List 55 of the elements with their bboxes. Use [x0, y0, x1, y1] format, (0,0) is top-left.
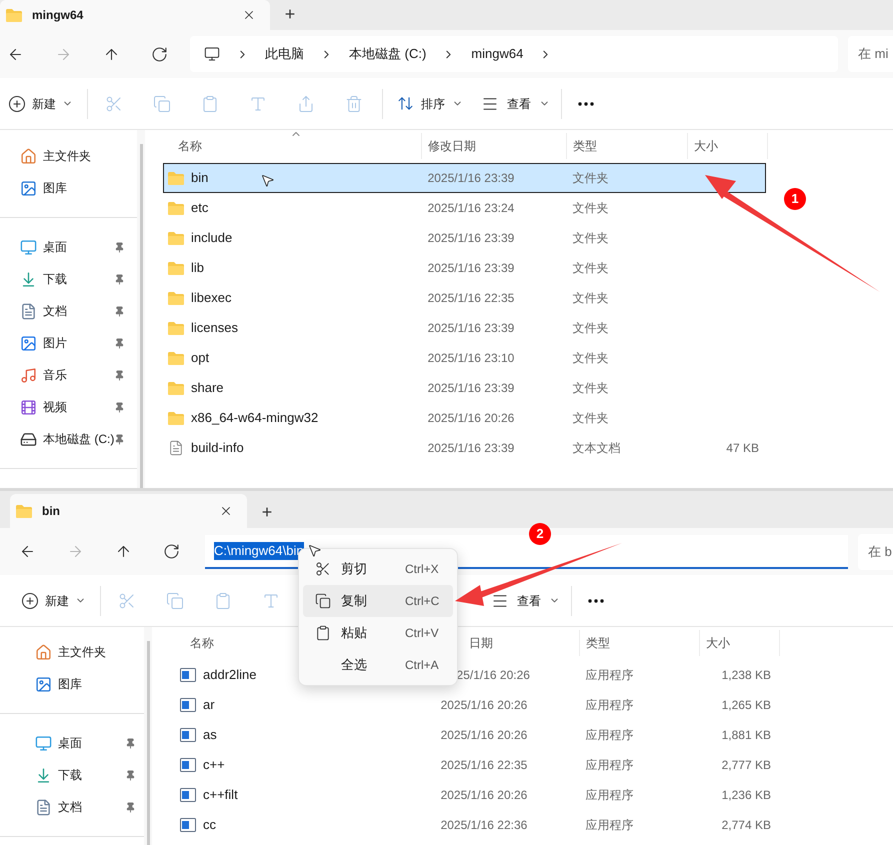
date-cell: 2025/1/16 23:24	[428, 201, 514, 215]
date-cell: 25/1/16 20:26	[456, 668, 530, 682]
sidebar-label: 桌面	[43, 239, 68, 256]
type-cell: 应用程序	[585, 758, 634, 772]
sidebar-label: 文档	[58, 799, 83, 816]
sidebar-label: 视频	[43, 399, 68, 416]
sidebar-label: 图库	[43, 180, 68, 197]
type-cell: 文件夹	[572, 381, 608, 395]
date-cell: 2025/1/16 20:26	[428, 411, 514, 425]
date-cell: 2025/1/16 23:39	[428, 321, 514, 335]
type-cell: 文本文档	[572, 441, 620, 455]
date-cell: 2025/1/16 23:39	[428, 261, 514, 275]
date-cell: 2025/1/16 23:39	[428, 381, 514, 395]
date-cell: 2025/1/16 22:35	[428, 291, 514, 305]
date-cell: 2025/1/16 20:26	[440, 698, 528, 712]
sidebar-label: 图库	[58, 676, 83, 693]
date-cell: 2025/1/16 23:39	[428, 231, 514, 245]
sidebar-label: 音乐	[43, 367, 68, 384]
sidebar-label: 本地磁盘 (C:)	[43, 431, 114, 448]
size-cell-text: 47 KB	[726, 440, 759, 457]
type-cell: 应用程序	[585, 788, 634, 802]
tab-title: mingw64	[32, 7, 84, 24]
type-cell: 文件夹	[572, 201, 608, 215]
type-cell: 应用程序	[585, 698, 634, 712]
type-cell: 文件夹	[572, 261, 608, 275]
date-cell: 2025/1/16 20:26	[440, 728, 528, 742]
sidebar-label: 下载	[58, 767, 83, 784]
date-cell: 2025/1/16 20:26	[440, 788, 528, 802]
size-cell-text: 1,236 KB	[722, 787, 771, 804]
type-cell: 应用程序	[585, 728, 634, 742]
sidebar-label: 图片	[43, 335, 68, 352]
type-cell: 文件夹	[572, 231, 608, 245]
type-cell: 文件夹	[572, 321, 608, 335]
type-cell: 文件夹	[572, 411, 608, 425]
type-cell: 应用程序	[585, 668, 634, 682]
date-cell: 2025/1/16 23:10	[428, 351, 514, 365]
type-cell: 文件夹	[572, 171, 608, 185]
date-cell: 2025/1/16 23:39	[428, 441, 514, 455]
sidebar-label: 文档	[43, 303, 68, 320]
sidebar-label: 桌面	[58, 735, 83, 752]
type-cell: 文件夹	[572, 351, 608, 365]
date-cell: 2025/1/16 22:36	[440, 818, 528, 832]
date-cell: 2025/1/16 22:35	[440, 758, 528, 772]
sidebar-label: 主文件夹	[43, 148, 92, 165]
tab-title: bin	[42, 503, 61, 520]
size-cell-text: 2,777 KB	[722, 757, 771, 774]
size-cell-text: 1,238 KB	[722, 667, 771, 684]
sidebar-label: 下载	[43, 271, 68, 288]
date-cell: 2025/1/16 23:39	[428, 171, 514, 185]
type-cell: 文件夹	[572, 291, 608, 305]
size-cell-text: 2,774 KB	[722, 817, 771, 834]
size-cell-text: 1,881 KB	[722, 727, 771, 744]
size-cell-text: 1,265 KB	[722, 697, 771, 714]
sidebar-label: 主文件夹	[58, 644, 107, 661]
type-cell: 应用程序	[585, 818, 634, 832]
